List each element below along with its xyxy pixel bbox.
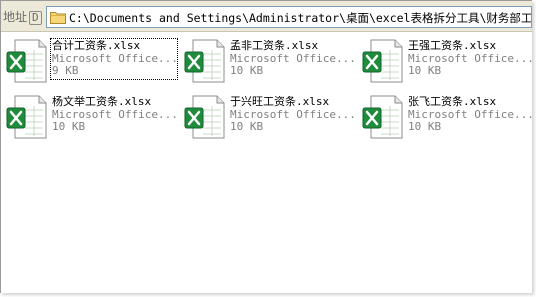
excel-file-icon [362, 95, 403, 139]
address-input[interactable]: C:\Documents and Settings\Administrator\… [46, 6, 532, 28]
file-item[interactable]: 于兴旺工资条.xlsx Microsoft Office... 10 KB [183, 94, 354, 142]
address-path: C:\Documents and Settings\Administrator\… [69, 11, 532, 25]
file-item[interactable]: 张飞工资条.xlsx Microsoft Office... 10 KB [361, 94, 532, 142]
file-name: 王强工资条.xlsx [408, 40, 497, 52]
explorer-window: 地址 D C:\Documents and Settings\Administra… [0, 0, 532, 293]
address-bar: 地址 D C:\Documents and Settings\Administra… [1, 1, 532, 32]
file-list: 合计工资条.xlsx Microsoft Office... 9 KB 孟非工资… [1, 32, 532, 293]
file-size: 10 KB [230, 64, 264, 77]
file-meta: 于兴旺工资条.xlsx Microsoft Office... 10 KB [230, 96, 354, 134]
file-meta: 合计工资条.xlsx Microsoft Office... 9 KB [50, 38, 178, 80]
file-size: 10 KB [408, 120, 442, 133]
excel-file-icon [184, 39, 225, 83]
file-name: 孟非工资条.xlsx [230, 40, 319, 52]
file-name: 于兴旺工资条.xlsx [230, 96, 330, 108]
file-name: 张飞工资条.xlsx [408, 96, 497, 108]
excel-file-icon [6, 39, 47, 83]
file-name: 合计工资条.xlsx [52, 40, 141, 52]
excel-file-icon [184, 95, 225, 139]
address-label: 地址 D [3, 8, 42, 25]
file-size: 10 KB [408, 64, 442, 77]
file-size: 10 KB [230, 120, 264, 133]
file-item[interactable]: 孟非工资条.xlsx Microsoft Office... 10 KB [183, 38, 354, 86]
file-size: 10 KB [52, 120, 86, 133]
file-meta: 杨文举工资条.xlsx Microsoft Office... 10 KB [52, 96, 176, 134]
file-meta: 张飞工资条.xlsx Microsoft Office... 10 KB [408, 96, 532, 134]
file-name: 杨文举工资条.xlsx [52, 96, 152, 108]
file-meta: 王强工资条.xlsx Microsoft Office... 10 KB [408, 40, 532, 78]
file-item[interactable]: 杨文举工资条.xlsx Microsoft Office... 10 KB [5, 94, 176, 142]
excel-file-icon [6, 95, 47, 139]
file-meta: 孟非工资条.xlsx Microsoft Office... 10 KB [230, 40, 354, 78]
excel-file-icon [362, 39, 403, 83]
file-item[interactable]: 合计工资条.xlsx Microsoft Office... 9 KB [5, 38, 178, 86]
file-size: 9 KB [52, 64, 79, 77]
address-accelerator: D [29, 11, 42, 25]
folder-icon [50, 12, 66, 24]
file-item[interactable]: 王强工资条.xlsx Microsoft Office... 10 KB [361, 38, 532, 86]
